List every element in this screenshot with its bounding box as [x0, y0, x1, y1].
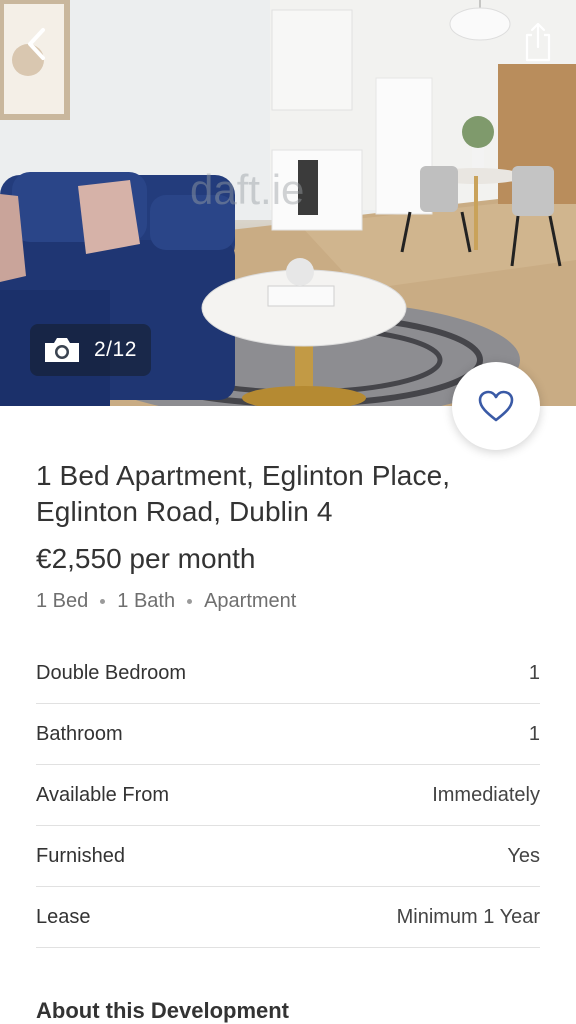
fact-label: Bathroom — [36, 722, 123, 745]
photo-gallery[interactable]: daft.ie 2/12 — [0, 0, 576, 406]
fact-row-double-bedroom: Double Bedroom 1 — [36, 643, 540, 704]
fact-row-bathroom: Bathroom 1 — [36, 704, 540, 765]
photo-counter[interactable]: 2/12 — [30, 324, 151, 376]
chevron-left-icon — [28, 28, 45, 60]
fact-row-furnished: Furnished Yes — [36, 826, 540, 887]
section-heading-about: About this Development — [36, 998, 290, 1023]
fact-value: Yes — [507, 844, 540, 867]
fact-row-lease: Lease Minimum 1 Year — [36, 887, 540, 948]
camera-icon — [45, 338, 79, 362]
fact-label: Double Bedroom — [36, 661, 187, 684]
facts-table: Double Bedroom 1 Bathroom 1 Available Fr… — [36, 643, 540, 948]
separator-dot — [187, 599, 193, 604]
fact-value: Minimum 1 Year — [396, 905, 540, 928]
listing-details: 1 Bed Apartment, Eglinton Place, Eglinto… — [36, 406, 540, 948]
fact-row-available-from: Available From Immediately — [36, 765, 540, 826]
separator-dot — [100, 599, 106, 604]
fact-label: Available From — [36, 783, 170, 806]
listing-price: €2,550 per month — [36, 543, 256, 574]
listing-summary: 1 Bed 1 Bath Apartment — [36, 590, 540, 613]
beds-count: 1 Bed — [36, 590, 89, 612]
heart-outline-icon — [478, 390, 514, 422]
listing-title: 1 Bed Apartment, Eglinton Place, Eglinto… — [36, 460, 451, 527]
share-button[interactable] — [518, 20, 558, 64]
property-type: Apartment — [204, 590, 297, 612]
photo-counter-text: 2/12 — [94, 338, 137, 361]
fact-label: Lease — [36, 905, 91, 928]
watermark: daft.ie — [190, 166, 304, 213]
fact-value: 1 — [528, 661, 540, 684]
fact-value: Immediately — [432, 783, 540, 806]
baths-count: 1 Bath — [117, 590, 176, 612]
favourite-button[interactable] — [452, 362, 540, 450]
back-button[interactable] — [18, 24, 54, 64]
fact-value: 1 — [528, 722, 540, 745]
fact-label: Furnished — [36, 844, 125, 867]
share-icon — [525, 22, 551, 62]
